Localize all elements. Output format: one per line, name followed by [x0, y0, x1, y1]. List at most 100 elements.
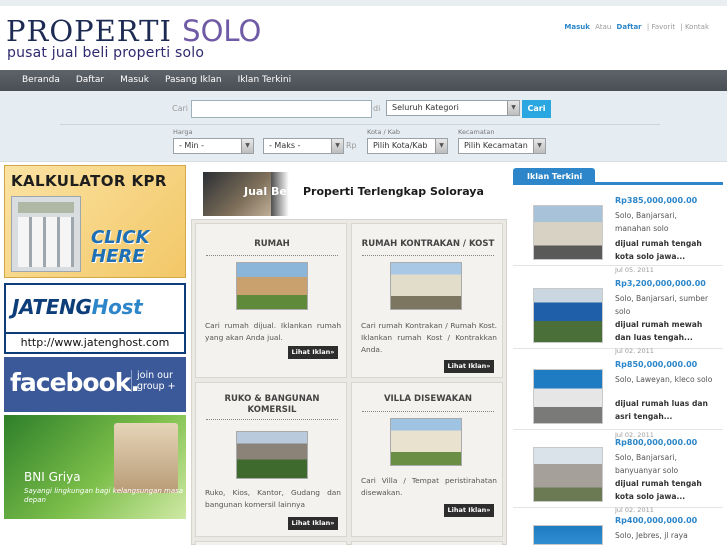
ad-title[interactable]: dijual rumah luas dan asri tengah...	[615, 397, 715, 423]
chevron-down-icon: ▼	[507, 101, 519, 115]
view-listings-button[interactable]: Lihat Iklan»	[288, 517, 338, 530]
city-select-value: Pilih Kota/Kab	[373, 141, 428, 150]
category-grid: RUMAH Cari rumah dijual. Iklankan rumah …	[191, 219, 507, 545]
category-select[interactable]: Seluruh Kategori ▼	[386, 100, 520, 116]
ad-location: Solo, Banjarsari, banyuanyar solo	[615, 453, 679, 475]
ad-date: Jul 02. 2011	[615, 347, 654, 355]
in-label: di	[373, 104, 381, 113]
ad-title[interactable]: dijual rumah mewah dan luas tengah...	[615, 318, 715, 344]
jatenghost-url: http://www.jatenghost.com	[6, 332, 184, 352]
ad-price: Rp800,000,000.00	[615, 438, 698, 447]
ad-item[interactable]: Rp385,000,000.00 Solo, Banjarsari, manah…	[513, 196, 723, 274]
category-select-value: Seluruh Kategori	[392, 103, 459, 112]
view-listings-button[interactable]: Lihat Iklan»	[444, 504, 494, 517]
nav-item-pasang-iklan[interactable]: Pasang Iklan	[157, 70, 230, 91]
currency-label: Rp	[346, 141, 357, 150]
max-price-select[interactable]: - Maks - ▼	[263, 138, 344, 154]
category-card-partial	[351, 541, 503, 545]
top-links: Masuk Atau Daftar | Favorit | Kontak	[561, 23, 709, 31]
ad-price: Rp385,000,000.00	[615, 196, 698, 205]
search-input[interactable]	[191, 100, 372, 118]
ad-item[interactable]: Rp800,000,000.00 Solo, Banjarsari, banyu…	[513, 438, 723, 514]
villa-photo[interactable]	[390, 418, 462, 466]
site-logo[interactable]: PROPERTI SOLO	[6, 16, 261, 46]
ad-location: Solo, Banjarsari, sumber solo	[615, 294, 709, 316]
bni-tagline: Sayangi lingkungan bagi kelangsungan mas…	[24, 487, 184, 504]
max-price-value: - Maks -	[269, 141, 301, 150]
ad-price: Rp400,000,000.00	[615, 516, 698, 525]
facebook-banner[interactable]: facebook. join our group +	[4, 357, 186, 412]
view-listings-button[interactable]: Lihat Iklan»	[444, 360, 494, 373]
ad-title[interactable]: dijual rumah tengah kota solo jawa...	[615, 237, 715, 263]
search-panel: Cari di Seluruh Kategori ▼ Cari Harga - …	[0, 91, 727, 162]
ad-thumbnail[interactable]	[533, 205, 603, 260]
or-text: Atau	[595, 23, 612, 31]
favorites-link[interactable]: | Favorit	[647, 23, 675, 31]
category-description: Cari rumah dijual. Iklankan rumah yang a…	[205, 321, 341, 342]
category-card-ruko: RUKO & BANGUNAN KOMERSIL Ruko, Kios, Kan…	[195, 382, 347, 537]
logo-accent-text: SOLO	[182, 14, 262, 48]
house-image	[114, 423, 178, 493]
ad-thumbnail[interactable]	[533, 447, 603, 502]
divider	[206, 419, 338, 420]
chevron-down-icon: ▼	[435, 139, 447, 153]
ad-item[interactable]: Rp3,200,000,000.00 Solo, Banjarsari, sum…	[513, 279, 723, 355]
login-link[interactable]: Masuk	[564, 23, 590, 31]
category-card-partial	[195, 541, 347, 545]
register-link[interactable]: Daftar	[617, 23, 642, 31]
jatenghost-logo-b: Host	[91, 295, 143, 319]
bni-griya-banner[interactable]: BNI Griya Sayangi lingkungan bagi kelang…	[4, 415, 186, 519]
nav-item-masuk[interactable]: Masuk	[112, 70, 157, 91]
nav-item-daftar[interactable]: Daftar	[68, 70, 112, 91]
district-select[interactable]: Pilih Kecamatan ▼	[458, 138, 546, 154]
house-photo[interactable]	[236, 262, 308, 310]
kpr-banner-title: KALKULATOR KPR	[11, 172, 167, 190]
logo-tagline: pusat jual beli properti solo	[7, 45, 205, 61]
category-title: RUMAH KONTRAKAN / KOST	[361, 239, 495, 249]
category-card-villa: VILLA DISEWAKAN Cari Villa / Tempat peri…	[351, 382, 503, 537]
view-listings-button[interactable]: Lihat Iklan»	[288, 346, 338, 359]
category-card-kost: RUMAH KONTRAKAN / KOST Cari rumah Kontra…	[351, 223, 503, 378]
logo-main-text: PROPERTI	[6, 14, 172, 48]
nav-item-beranda[interactable]: Beranda	[0, 70, 68, 91]
ad-item[interactable]: Rp400,000,000.00 Solo, Jebres, jl raya	[513, 516, 723, 545]
building-photo[interactable]	[236, 431, 308, 479]
search-label: Cari	[172, 104, 188, 113]
ad-price: Rp850,000,000.00	[615, 360, 698, 369]
ad-thumbnail[interactable]	[533, 525, 603, 545]
search-button[interactable]: Cari	[522, 100, 551, 118]
divider	[362, 255, 494, 256]
click-here-text: CLICK HERE	[91, 227, 150, 267]
ad-item[interactable]: Rp850,000,000.00 Solo, Laweyan, kleco so…	[513, 360, 723, 439]
house-photo[interactable]	[390, 262, 462, 310]
contact-link[interactable]: | Kontak	[680, 23, 709, 31]
facebook-logo: facebook.	[10, 368, 140, 397]
ad-price: Rp3,200,000,000.00	[615, 279, 706, 288]
kpr-calculator-banner[interactable]: KALKULATOR KPR CLICK HERE	[4, 165, 186, 278]
district-select-value: Pilih Kecamatan	[464, 141, 528, 150]
tab-iklan-terkini[interactable]: Iklan Terkini	[513, 168, 595, 185]
category-title: VILLA DISEWAKAN	[383, 394, 473, 404]
category-card-rumah: RUMAH Cari rumah dijual. Iklankan rumah …	[195, 223, 347, 378]
nav-item-iklan-terkini[interactable]: Iklan Terkini	[230, 70, 300, 91]
ad-date: Jul 05. 2011	[615, 266, 654, 274]
chevron-down-icon: ▼	[331, 139, 343, 153]
min-price-select[interactable]: - Min - ▼	[173, 138, 254, 154]
category-title: RUKO & BANGUNAN KOMERSIL	[224, 394, 320, 415]
category-title: RUMAH	[254, 239, 290, 249]
jatenghost-banner[interactable]: JATENGHost http://www.jatenghost.com	[4, 283, 186, 354]
ad-title[interactable]: dijual rumah tengah kota solo jawa...	[615, 477, 715, 503]
center-banner: Jual Beli Properti Terlengkap Soloraya	[203, 172, 489, 216]
facebook-join-text: join our group +	[131, 370, 186, 392]
ad-thumbnail[interactable]	[533, 288, 603, 343]
center-banner-text-b: Properti Terlengkap Soloraya	[303, 185, 484, 198]
latest-ads-panel: Iklan Terkini Rp385,000,000.00 Solo, Ban…	[513, 168, 723, 545]
category-description: Ruko, Kios, Kantor, Gudang dan bangunan …	[205, 488, 341, 509]
ad-thumbnail[interactable]	[533, 369, 603, 424]
city-label: Kota / Kab	[367, 128, 401, 136]
chevron-down-icon: ▼	[533, 139, 545, 153]
divider	[206, 255, 338, 256]
city-select[interactable]: Pilih Kota/Kab ▼	[367, 138, 448, 154]
header: PROPERTI SOLO pusat jual beli properti s…	[0, 6, 727, 70]
price-label: Harga	[173, 128, 193, 136]
